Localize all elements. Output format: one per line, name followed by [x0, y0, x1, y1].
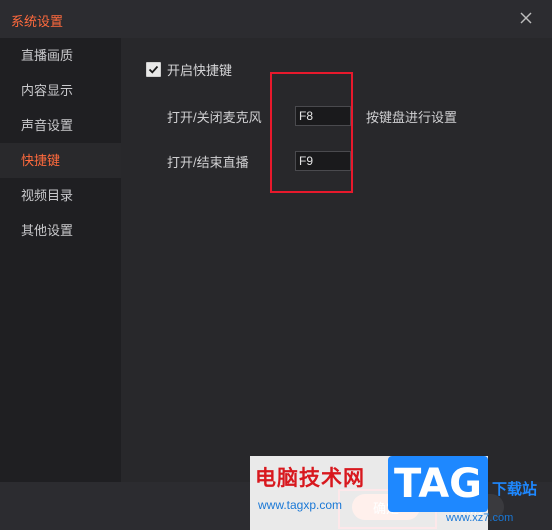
hotkey-hint: 按键盘进行设置 [366, 110, 458, 125]
live-hotkey-input[interactable] [295, 151, 351, 171]
live-toggle-label: 打开/结束直播 [167, 155, 249, 170]
sidebar-item-content-display[interactable]: 内容显示 [0, 73, 121, 108]
enable-hotkeys-label: 开启快捷键 [167, 62, 233, 78]
mic-hotkey-input[interactable] [295, 106, 351, 126]
window-title: 系统设置 [11, 14, 64, 29]
dialog-footer: 确定 取消 [0, 482, 552, 530]
sidebar-item-video-directory[interactable]: 视频目录 [0, 178, 121, 213]
cancel-button[interactable]: 取消 [436, 494, 504, 520]
title-bar: 系统设置 [0, 0, 552, 38]
enable-hotkeys-checkbox[interactable]: 开启快捷键 [146, 61, 233, 78]
mic-toggle-label: 打开/关闭麦克风 [167, 110, 262, 125]
confirm-button[interactable]: 确定 [352, 494, 420, 520]
sidebar-item-sound[interactable]: 声音设置 [0, 108, 121, 143]
sidebar-item-other[interactable]: 其他设置 [0, 213, 121, 248]
sidebar-item-video-quality[interactable]: 直播画质 [0, 38, 121, 73]
annotation-highlight-box [270, 72, 353, 193]
sidebar-item-hotkeys[interactable]: 快捷键 [0, 143, 121, 178]
checkbox-checked-icon[interactable] [146, 61, 161, 77]
settings-window: 系统设置 直播画质 内容显示 声音设置 快捷键 视频目录 其他设置 开启快捷键 … [0, 0, 552, 530]
settings-sidebar: 直播画质 内容显示 声音设置 快捷键 视频目录 其他设置 [0, 38, 121, 482]
hotkey-settings-panel: 开启快捷键 打开/关闭麦克风 按键盘进行设置 打开/结束直播 [121, 38, 552, 482]
close-icon[interactable] [518, 10, 534, 26]
